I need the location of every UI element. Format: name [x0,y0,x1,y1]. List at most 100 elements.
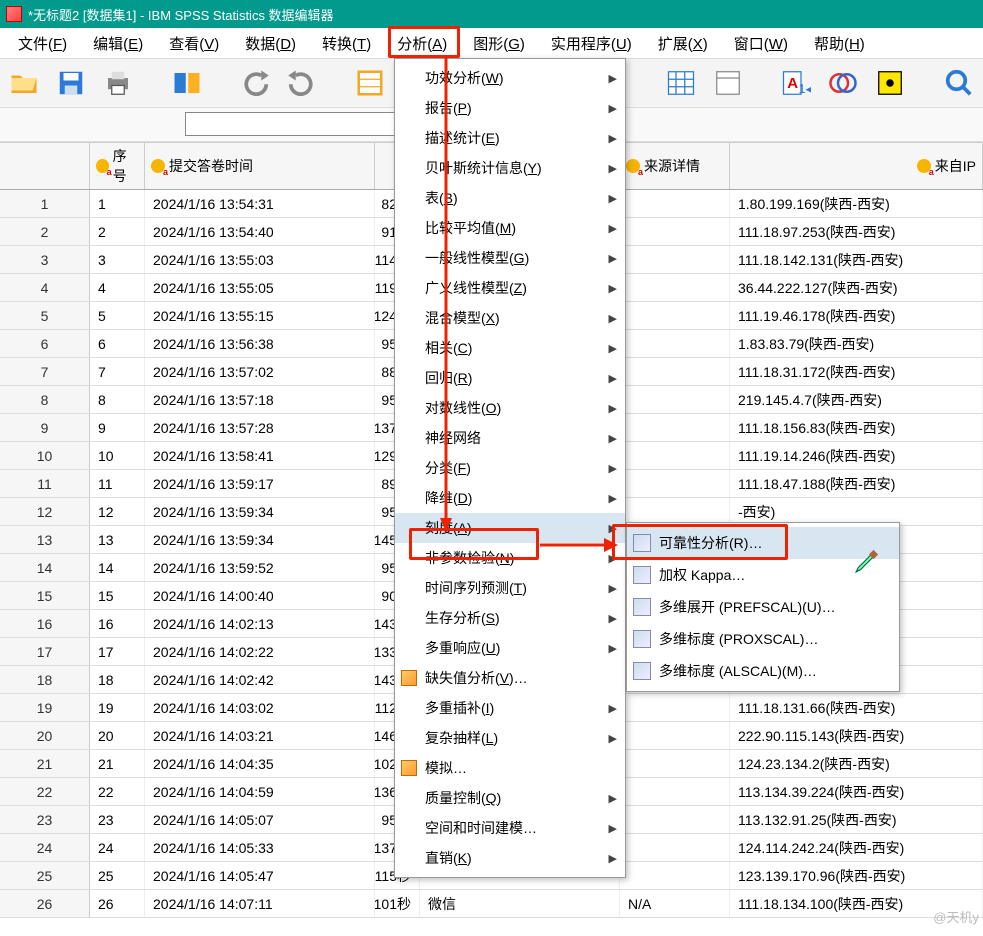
cell-srcdetail[interactable] [620,862,730,889]
row-header[interactable]: 13 [0,526,90,553]
cell-srcdetail[interactable] [620,498,730,525]
cell-time[interactable]: 2024/1/16 14:02:42 [145,666,375,693]
cell-srcdetail[interactable]: N/A [620,890,730,917]
cell-time[interactable]: 2024/1/16 13:58:41 [145,442,375,469]
print-icon[interactable] [102,66,135,100]
cell-time[interactable]: 2024/1/16 13:59:34 [145,498,375,525]
undo-icon[interactable] [239,66,272,100]
cell-srcdetail[interactable] [620,358,730,385]
cell-time[interactable]: 2024/1/16 14:02:13 [145,610,375,637]
analyze-item[interactable]: 非参数检验(N)▶ [395,543,625,573]
col-time[interactable]: 提交答卷时间 [145,142,375,189]
cell-seq[interactable]: 5 [90,302,145,329]
cell-srcdetail[interactable] [620,330,730,357]
value-labels-icon[interactable]: A1◂ [780,66,813,100]
row-header[interactable]: 4 [0,274,90,301]
analyze-item[interactable]: 分类(F)▶ [395,453,625,483]
goto-case-icon[interactable] [354,66,387,100]
cell-srcdetail[interactable] [620,274,730,301]
cell-ip[interactable]: 1.83.83.79(陕西-西安) [730,330,983,357]
cell-srcdetail[interactable] [620,414,730,441]
cell-time[interactable]: 2024/1/16 14:00:40 [145,582,375,609]
open-icon[interactable] [8,66,41,100]
cell-srcdetail[interactable] [620,722,730,749]
cell-srcdetail[interactable] [620,778,730,805]
cell-ip[interactable]: 111.18.156.83(陕西-西安) [730,414,983,441]
redo-icon[interactable] [285,66,318,100]
scale-item[interactable]: 可靠性分析(R)… [627,527,899,559]
cell-seq[interactable]: 12 [90,498,145,525]
cell-time[interactable]: 2024/1/16 13:57:28 [145,414,375,441]
row-header[interactable]: 3 [0,246,90,273]
cell-srcdetail[interactable] [620,694,730,721]
cell-time[interactable]: 2024/1/16 13:57:02 [145,358,375,385]
menu-window[interactable]: 窗口(W) [724,30,798,57]
col-srcdetail[interactable]: 来源详情 [620,142,730,189]
cell-ip[interactable]: -西安) [730,498,983,525]
menu-help[interactable]: 帮助(H) [804,30,875,57]
cell-seq[interactable]: 17 [90,638,145,665]
analyze-item[interactable]: 直销(K)▶ [395,843,625,873]
cell-ip[interactable]: 111.18.47.188(陕西-西安) [730,470,983,497]
find-icon[interactable] [942,66,975,100]
cell-seq[interactable]: 1 [90,190,145,217]
analyze-item[interactable]: 复杂抽样(L)▶ [395,723,625,753]
cell-time[interactable]: 2024/1/16 13:57:18 [145,386,375,413]
cell-ip[interactable]: 111.18.97.253(陕西-西安) [730,218,983,245]
menu-utilities[interactable]: 实用程序(U) [541,30,642,57]
row-header[interactable]: 19 [0,694,90,721]
recall-dialog-icon[interactable] [170,66,203,100]
cell-seq[interactable]: 24 [90,834,145,861]
cell-time[interactable]: 2024/1/16 13:59:34 [145,526,375,553]
cell-seq[interactable]: 22 [90,778,145,805]
cell-ip[interactable]: 113.132.91.25(陕西-西安) [730,806,983,833]
analyze-item[interactable]: 贝叶斯统计信息(Y)▶ [395,153,625,183]
cell-seq[interactable]: 21 [90,750,145,777]
analyze-item[interactable]: 表(B)▶ [395,183,625,213]
analyze-item[interactable]: 描述统计(E)▶ [395,123,625,153]
run-icon[interactable] [712,66,745,100]
menu-graphs[interactable]: 图形(G) [463,30,535,57]
analyze-item[interactable]: 生存分析(S)▶ [395,603,625,633]
cell-ip[interactable]: 111.19.46.178(陕西-西安) [730,302,983,329]
cell-ip[interactable]: 219.145.4.7(陕西-西安) [730,386,983,413]
row-header[interactable]: 1 [0,190,90,217]
cell-seq[interactable]: 23 [90,806,145,833]
cell-seq[interactable]: 13 [90,526,145,553]
analyze-item[interactable]: 空间和时间建模…▶ [395,813,625,843]
analyze-item[interactable]: 功效分析(W)▶ [395,63,625,93]
cell-dur[interactable]: 101秒 [375,890,420,917]
analyze-item[interactable]: 刻度(A)▶ [395,513,625,543]
cell-time[interactable]: 2024/1/16 14:03:02 [145,694,375,721]
row-header[interactable]: 25 [0,862,90,889]
cell-seq[interactable]: 2 [90,218,145,245]
analyze-item[interactable]: 质量控制(Q)▶ [395,783,625,813]
cell-srcdetail[interactable] [620,386,730,413]
variables-icon[interactable] [665,66,698,100]
cell-srcdetail[interactable] [620,750,730,777]
col-ip[interactable]: 来自IP [730,142,983,189]
analyze-item[interactable]: 相关(C)▶ [395,333,625,363]
menu-view[interactable]: 查看(V) [159,30,229,57]
cell-time[interactable]: 2024/1/16 13:54:40 [145,218,375,245]
cell-srcdetail[interactable] [620,442,730,469]
cell-hidden[interactable]: 微信 [420,890,620,917]
cell-srcdetail[interactable] [620,806,730,833]
analyze-item[interactable]: 报告(P)▶ [395,93,625,123]
cell-srcdetail[interactable] [620,470,730,497]
cell-time[interactable]: 2024/1/16 14:05:07 [145,806,375,833]
cell-seq[interactable]: 25 [90,862,145,889]
cell-time[interactable]: 2024/1/16 13:54:31 [145,190,375,217]
cell-time[interactable]: 2024/1/16 13:59:52 [145,554,375,581]
cell-time[interactable]: 2024/1/16 14:07:11 [145,890,375,917]
analyze-item[interactable]: 广义线性模型(Z)▶ [395,273,625,303]
row-header[interactable]: 6 [0,330,90,357]
analyze-item[interactable]: 多重插补(I)▶ [395,693,625,723]
scale-item[interactable]: 多维展开 (PREFSCAL)(U)… [627,591,899,623]
cell-seq[interactable]: 7 [90,358,145,385]
row-header[interactable]: 23 [0,806,90,833]
row-header[interactable]: 10 [0,442,90,469]
cell-ip[interactable]: 124.23.134.2(陕西-西安) [730,750,983,777]
row-header[interactable]: 26 [0,890,90,917]
menu-transform[interactable]: 转换(T) [312,30,381,57]
